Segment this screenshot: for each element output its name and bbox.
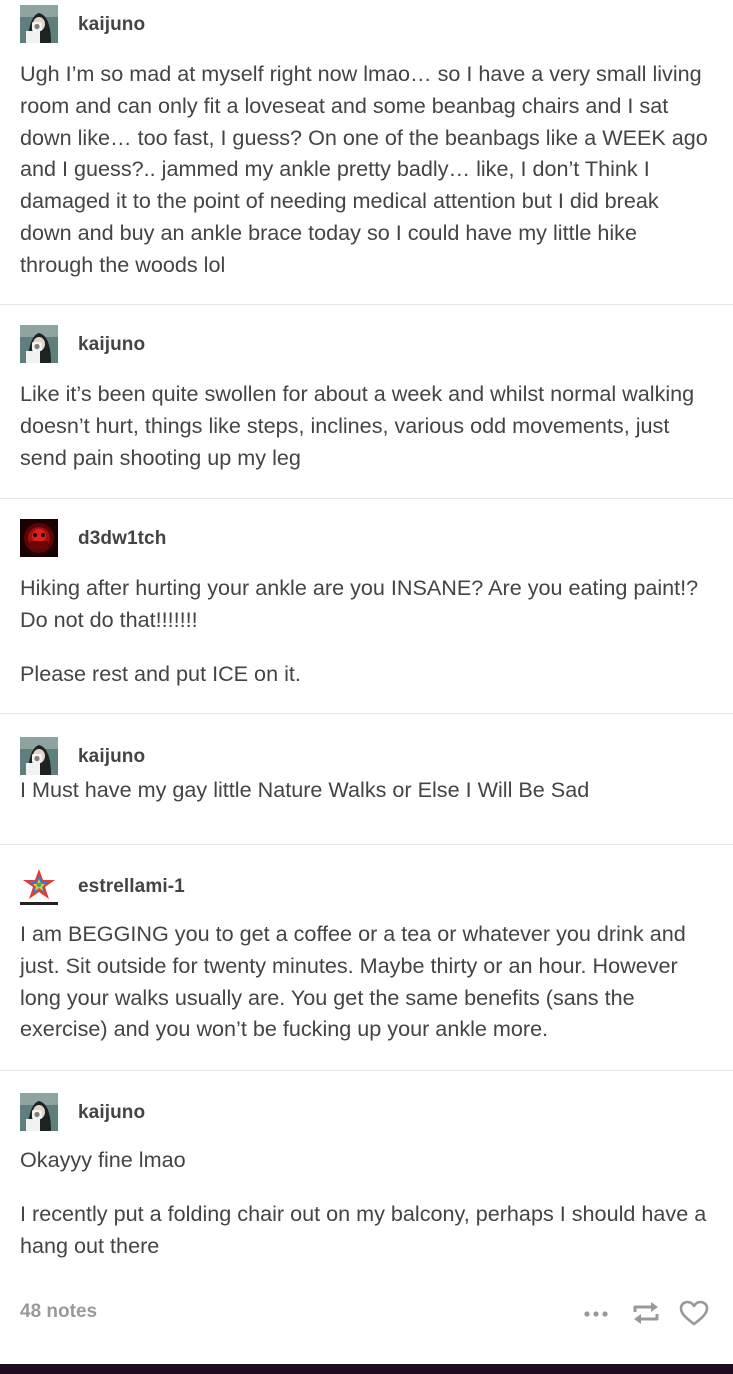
username[interactable]: kaijuno	[78, 334, 145, 356]
kaijuno-avatar-image	[20, 1093, 58, 1131]
post-footer: 48 notes	[0, 1293, 733, 1333]
post: d3dw1tch Hiking after hurting your ankle…	[0, 499, 733, 714]
post-text: I recently put a folding chair out on my…	[20, 1200, 707, 1258]
post-text: I am BEGGING you to get a coffee or a te…	[20, 921, 686, 1042]
post-header: kaijuno	[0, 5, 733, 45]
more-options-icon	[584, 1311, 608, 1317]
post: estrellami-1 I am BEGGING you to get a c…	[0, 845, 733, 1071]
kaijuno-avatar-image	[20, 737, 58, 775]
avatar[interactable]	[20, 1093, 58, 1131]
username[interactable]: estrellami-1	[78, 876, 185, 898]
post-header: kaijuno	[0, 737, 733, 777]
like-button[interactable]	[678, 1297, 710, 1329]
more-options-button[interactable]	[582, 1297, 612, 1329]
post-header: kaijuno	[0, 1093, 733, 1133]
reblog-thread: kaijuno Ugh I’m so mad at myself right n…	[0, 0, 733, 1296]
reblog-button[interactable]	[630, 1297, 662, 1329]
username[interactable]: d3dw1tch	[78, 528, 166, 550]
reblog-icon	[633, 1302, 659, 1324]
like-heart-icon	[679, 1300, 709, 1326]
post: kaijuno Ugh I’m so mad at myself right n…	[0, 0, 733, 305]
post-body: I Must have my gay little Nature Walks o…	[0, 774, 733, 806]
post: kaijuno Okayyy fine lmao I recently put …	[0, 1071, 733, 1296]
notes-count[interactable]: 48 notes	[20, 1301, 97, 1323]
post-header: d3dw1tch	[0, 519, 733, 559]
avatar[interactable]	[20, 519, 58, 557]
kaijuno-avatar-image	[20, 325, 58, 363]
post-body: Ugh I’m so mad at myself right now lmao……	[0, 58, 733, 281]
post-text: Like it’s been quite swollen for about a…	[20, 381, 695, 470]
post: kaijuno I Must have my gay little Nature…	[0, 714, 733, 845]
estrellami-1-avatar-image	[20, 867, 58, 905]
avatar[interactable]	[20, 867, 58, 905]
username[interactable]: kaijuno	[78, 14, 145, 36]
post-text: Please rest and put ICE on it.	[20, 660, 301, 686]
bottom-bar	[0, 1364, 733, 1374]
post-body: Okayyy fine lmao I recently put a foldin…	[0, 1144, 733, 1261]
username[interactable]: kaijuno	[78, 746, 145, 768]
post-text: I Must have my gay little Nature Walks o…	[20, 777, 590, 802]
post-text: Hiking after hurting your ankle are you …	[20, 575, 699, 632]
kaijuno-avatar-image	[20, 5, 58, 43]
avatar[interactable]	[20, 737, 58, 775]
username[interactable]: kaijuno	[78, 1102, 145, 1124]
post-body: Hiking after hurting your ankle are you …	[0, 572, 733, 689]
post-header: estrellami-1	[0, 867, 733, 907]
post-text: Ugh I’m so mad at myself right now lmao……	[20, 61, 708, 277]
post-header: kaijuno	[0, 325, 733, 365]
avatar[interactable]	[20, 5, 58, 43]
avatar[interactable]	[20, 325, 58, 363]
post: kaijuno Like it’s been quite swollen for…	[0, 305, 733, 499]
post-text: Okayyy fine lmao	[20, 1147, 186, 1172]
d3dw1tch-avatar-image	[20, 519, 58, 557]
post-body: I am BEGGING you to get a coffee or a te…	[0, 918, 733, 1045]
post-body: Like it’s been quite swollen for about a…	[0, 378, 733, 473]
